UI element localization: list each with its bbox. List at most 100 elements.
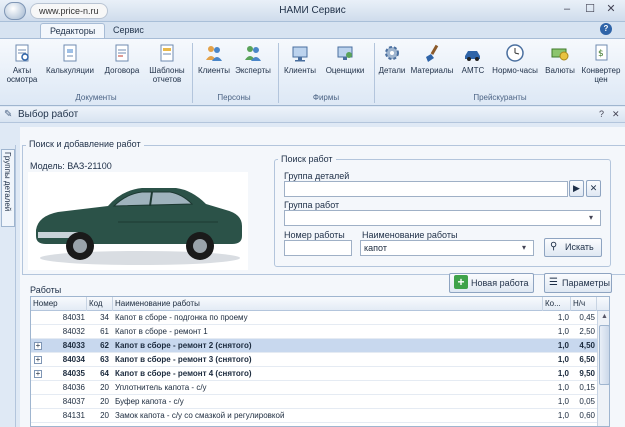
tab-parts-groups[interactable]: Группы деталей: [1, 149, 15, 227]
table-row[interactable]: 84131 20 Замок капота - с/у со смазкой и р…: [31, 409, 597, 423]
gear-icon: [385, 46, 399, 60]
cell-number: 84032: [62, 327, 85, 336]
minimize-button[interactable]: ‒: [560, 3, 574, 17]
column-header-code[interactable]: Код: [87, 297, 113, 311]
search-button-label: Искать: [565, 242, 594, 252]
contract-icon: [115, 44, 129, 62]
cell-norm-hours: 0,60: [579, 411, 595, 420]
cell-norm-hours: 4,50: [579, 341, 595, 350]
parts-button[interactable]: Детали: [376, 42, 408, 90]
inspection-act-icon: [15, 44, 29, 62]
parts-group-label: Группа деталей: [284, 171, 350, 181]
column-header-work-name[interactable]: Наименование работы: [113, 297, 543, 311]
works-label: Работы: [30, 285, 62, 295]
cell-number: 84036: [62, 383, 85, 392]
side-panel-strip: Группы деталей: [0, 145, 16, 427]
parts-group-select-button[interactable]: ▶: [569, 180, 584, 197]
cell-code: 61: [100, 327, 109, 336]
doc-close-button[interactable]: ✕: [612, 109, 620, 120]
cell-work-name: Капот в сборе - ремонт 4 (снятого): [115, 369, 252, 378]
cell-work-name: Капот в сборе - ремонт 2 (снятого): [115, 341, 252, 350]
vertical-scrollbar[interactable]: ▲: [597, 311, 609, 426]
cell-norm-hours: 9,50: [579, 369, 595, 378]
price-converter-label: Конвертер цен: [581, 66, 621, 84]
works-table: Номер Код Наименование работы Ко... Н/ч …: [30, 296, 610, 427]
cell-coef: 1,0: [557, 397, 569, 406]
table-row[interactable]: +84033 62 Капот в сборе - ремонт 2 (снятог…: [31, 339, 597, 353]
search-button[interactable]: ⚲ Искать: [544, 238, 602, 257]
work-name-combo[interactable]: капот: [360, 240, 534, 256]
column-header-norm-hours[interactable]: Н/ч: [571, 297, 597, 311]
model-label: Модель: ВАЗ-21100: [30, 161, 112, 171]
report-templates-button[interactable]: Шаблоны отчетов: [146, 42, 188, 90]
tab-service[interactable]: Сервис: [104, 23, 153, 38]
cell-code: 34: [100, 313, 109, 322]
clock-icon: [506, 44, 524, 62]
work-number-input[interactable]: [284, 240, 352, 256]
table-row[interactable]: 84032 61 Капот в сборе - ремонт 1 1,0 2,50: [31, 325, 597, 339]
table-row[interactable]: 84036 20 Уплотнитель капота - с/у 1,0 0,15: [31, 381, 597, 395]
document-title: Выбор работ: [18, 109, 79, 120]
column-header-coef[interactable]: Ко...: [543, 297, 571, 311]
amts-button[interactable]: АМТС: [458, 42, 488, 90]
person-clients-label: Клиенты: [197, 66, 231, 75]
cell-work-name: Капот в сборе - ремонт 1: [115, 327, 208, 336]
calculations-label: Калькуляции: [46, 66, 94, 75]
person-clients-button[interactable]: Клиенты: [196, 42, 232, 90]
help-icon[interactable]: ?: [600, 23, 612, 35]
parameters-button[interactable]: ☰ Параметры: [544, 273, 612, 293]
chevron-down-icon[interactable]: ▾: [522, 243, 526, 252]
currency-icon: [551, 48, 569, 61]
expand-row-icon[interactable]: +: [34, 370, 42, 378]
window-title: НАМИ Сервис: [279, 5, 346, 16]
table-row[interactable]: +84034 63 Капот в сборе - ремонт 3 (снятог…: [31, 353, 597, 367]
cell-coef: 1,0: [557, 313, 569, 322]
work-name-label: Наименование работы: [362, 230, 458, 240]
firm-clients-button[interactable]: Клиенты: [282, 42, 318, 90]
clients-people-icon: [206, 46, 222, 61]
price-converter-icon: $: [595, 44, 608, 61]
svg-text:$: $: [598, 49, 604, 59]
parts-group-field[interactable]: [284, 181, 568, 197]
acts-button[interactable]: Акты осмотра: [4, 42, 40, 90]
maximize-button[interactable]: ☐: [583, 3, 597, 17]
group-separator: [374, 43, 375, 103]
plus-icon: +: [454, 275, 468, 289]
contracts-button[interactable]: Договора: [100, 42, 144, 90]
table-row[interactable]: +84035 64 Капот в сборе - ремонт 4 (снятог…: [31, 367, 597, 381]
doc-help-button[interactable]: ?: [599, 109, 604, 119]
group-label-firms: Фирмы: [312, 93, 340, 102]
cell-norm-hours: 2,50: [579, 327, 595, 336]
cell-code: 20: [100, 383, 109, 392]
currencies-button[interactable]: Валюты: [542, 42, 578, 90]
experts-label: Эксперты: [235, 66, 271, 75]
table-row[interactable]: 84037 20 Буфер капота - с/у 1,0 0,05: [31, 395, 597, 409]
chevron-down-icon[interactable]: ▾: [589, 213, 593, 222]
cell-coef: 1,0: [557, 383, 569, 392]
cell-number: 84033: [62, 341, 85, 350]
materials-button[interactable]: Материалы: [408, 42, 456, 90]
expand-row-icon[interactable]: +: [34, 342, 42, 350]
column-header-number[interactable]: Номер: [31, 297, 87, 311]
settings-icon: ☰: [549, 277, 558, 288]
experts-button[interactable]: Эксперты: [234, 42, 272, 90]
table-row[interactable]: 84031 34 Капот в сборе - подгонка по проем…: [31, 311, 597, 325]
new-work-button[interactable]: + Новая работа: [449, 273, 534, 293]
contracts-label: Договора: [104, 66, 140, 75]
appraisers-button[interactable]: Оценщики: [320, 42, 370, 90]
cell-work-name: Капот в сборе - ремонт 3 (снятого): [115, 355, 252, 364]
parts-group-clear-button[interactable]: ✕: [586, 180, 601, 197]
price-converter-button[interactable]: $ Конвертер цен: [578, 42, 624, 90]
car-image: [28, 172, 248, 270]
norm-hours-button[interactable]: Нормо-часы: [490, 42, 540, 90]
scroll-up-icon[interactable]: ▲: [601, 313, 608, 320]
cell-work-name: Буфер капота - с/у: [115, 397, 184, 406]
works-group-dropdown[interactable]: [284, 210, 601, 226]
appraisers-icon: [337, 46, 353, 60]
cell-code: 20: [100, 397, 109, 406]
calculations-button[interactable]: Калькуляции: [44, 42, 96, 90]
expand-row-icon[interactable]: +: [34, 356, 42, 364]
scrollbar-thumb[interactable]: [599, 325, 609, 385]
tab-editors[interactable]: Редакторы: [40, 23, 106, 38]
close-button[interactable]: ✕: [604, 3, 618, 17]
